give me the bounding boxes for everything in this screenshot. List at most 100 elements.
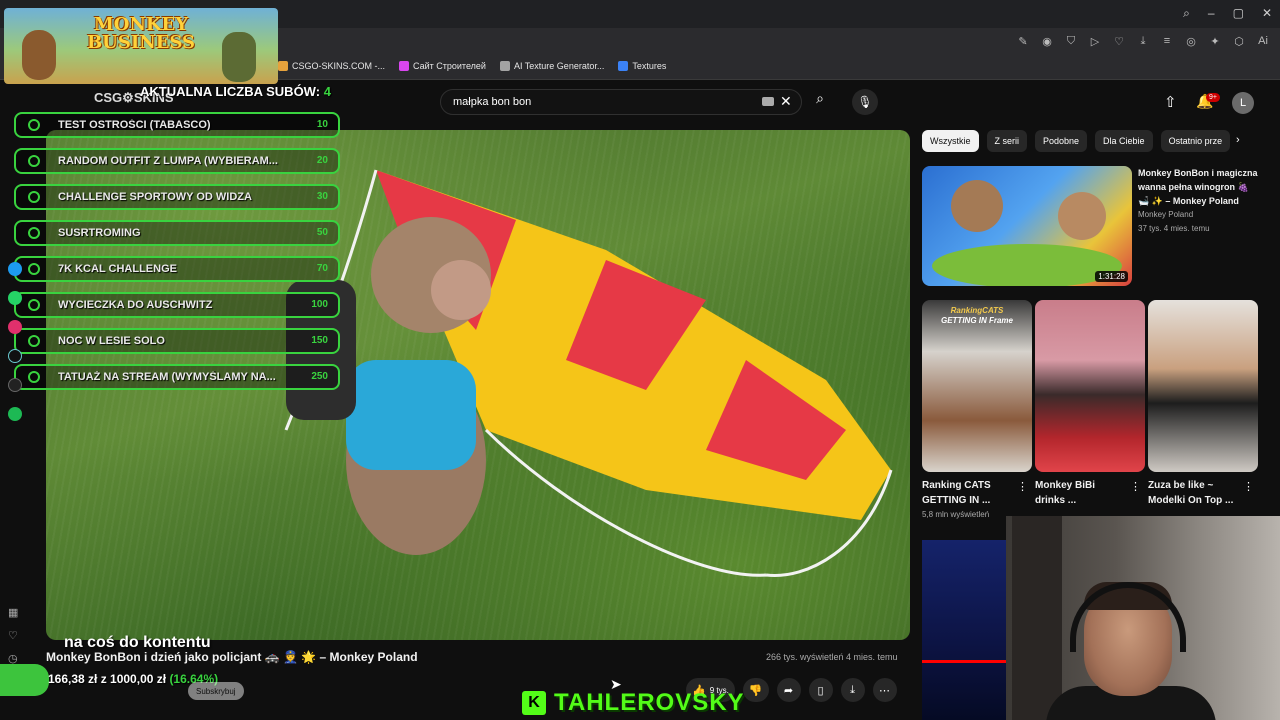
short-title: Zuza be like ~ Modelki On Top ... <box>1148 480 1234 506</box>
extension-icon[interactable]: ✦ <box>1208 35 1222 48</box>
twitter-icon <box>8 262 22 276</box>
bookmark-favicon-icon <box>618 61 629 71</box>
search-button[interactable]: ⌕ <box>808 90 832 114</box>
sub-counter: AKTUALNA LICZBA SUBÓW: 4 <box>94 84 331 99</box>
extension-icons: ✎ ◉ ⛉ ▷ ♡ ⤓ ≡ ◎ ✦ ⬡ Ai <box>1016 35 1270 48</box>
browser-search-icon[interactable]: ⌕ <box>1183 6 1190 21</box>
kick-logo-icon: K <box>522 691 546 715</box>
share-button[interactable]: ➦ <box>776 678 801 702</box>
bookmark-item[interactable]: Сайт Строителей <box>399 61 486 71</box>
goal-check-icon <box>28 263 40 275</box>
maximize-icon[interactable]: ▢ <box>1233 6 1244 21</box>
goal-points: 100 <box>311 299 328 310</box>
puzzle-icon[interactable]: ⬡ <box>1232 35 1246 48</box>
goal-item: RANDOM OUTFIT Z LUMPA (WYBIERAM... 20 <box>14 148 340 174</box>
save-button[interactable]: ▯ <box>808 678 833 702</box>
sub-counter-label: AKTUALNA LICZBA SUBÓW: <box>140 84 321 99</box>
screen: ⌕ – ▢ ✕ ✎ ◉ ⛉ ▷ ♡ ⤓ ≡ ◎ ✦ ⬡ Ai CSGO-SKIN… <box>0 0 1280 720</box>
heart-icon[interactable]: ♡ <box>1112 35 1126 48</box>
camera-icon[interactable]: ◉ <box>1040 35 1054 48</box>
goal-check-icon <box>28 299 40 311</box>
streamer-brand: K TAHLEROVSKY <box>522 690 745 716</box>
goal-points: 150 <box>311 335 328 346</box>
filter-chip[interactable]: Podobne <box>1035 130 1088 152</box>
menu-icon[interactable]: ≡ <box>1160 35 1174 48</box>
bookmark-item[interactable]: CSGO-SKINS.COM -... <box>278 61 385 71</box>
monkey-face <box>431 260 491 320</box>
subscribe-button[interactable]: Subskrybuj <box>188 682 244 700</box>
thumb-monkey-1 <box>951 180 1003 232</box>
thumb-monkey-2 <box>1058 192 1106 240</box>
video-title: Monkey BonBon i dzień jako policjant 🚓 👮… <box>46 650 418 664</box>
bookmark-item[interactable]: Textures <box>618 61 666 71</box>
edit-icon[interactable]: ✎ <box>1016 35 1030 48</box>
chips-next-icon[interactable]: › <box>1236 134 1240 146</box>
ai-icon[interactable]: Ai <box>1256 35 1270 48</box>
profile-icon[interactable]: ◎ <box>1184 35 1198 48</box>
goal-check-icon <box>28 227 40 239</box>
recommended-video-title[interactable]: Monkey BonBon i magiczna wanna pełna win… <box>1138 166 1258 208</box>
download-button[interactable]: ⤓ <box>840 678 865 702</box>
recommended-stats: 37 tys. 4 mies. temu <box>1138 224 1210 233</box>
heart-outline-icon[interactable]: ♡ <box>8 629 19 642</box>
short-title: Ranking CATS GETTING IN ... <box>922 480 991 506</box>
bookmark-favicon-icon <box>399 61 410 71</box>
streamer-webcam <box>1006 516 1280 720</box>
window-controls: ⌕ – ▢ ✕ <box>1183 6 1272 21</box>
recommended-video-thumbnail[interactable]: 1:31:28 <box>922 166 1132 286</box>
more-actions-button[interactable]: ⋯ <box>872 678 897 702</box>
upload-icon[interactable]: ⇧ <box>1164 93 1177 111</box>
goal-label: TATUAŻ NA STREAM (WYMYŚLAMY NA... <box>58 371 276 383</box>
goal-item: TATUAŻ NA STREAM (WYMYŚLAMY NA... 250 <box>14 364 340 390</box>
share-icon: ➦ <box>783 684 794 697</box>
microphone-icon[interactable]: 🎙 <box>852 89 878 115</box>
filter-chip[interactable]: Z serii <box>986 130 1027 152</box>
filter-chip[interactable]: Ostatnio prze <box>1160 130 1231 152</box>
bookmark-item[interactable]: AI Texture Generator... <box>499 61 604 71</box>
minimize-icon[interactable]: – <box>1208 6 1215 21</box>
webcam-background-door <box>1012 516 1062 720</box>
search-input[interactable]: małpka bon bon <box>440 89 802 115</box>
filter-chip[interactable]: Dla Ciebie <box>1095 130 1153 152</box>
goal-label: SUSRTROMING <box>58 227 141 239</box>
sub-counter-value: 4 <box>323 84 331 99</box>
short-menu-icon[interactable]: ⋮ <box>1017 480 1028 493</box>
bookmark-label: Textures <box>632 61 667 71</box>
short-title: Monkey BiBi drinks ... <box>1035 480 1096 506</box>
grid-icon[interactable]: ▦ <box>8 606 19 619</box>
bookmark-favicon-icon <box>499 61 510 71</box>
account-avatar[interactable]: L <box>1232 92 1254 114</box>
goal-points: 50 <box>316 227 328 238</box>
filter-chip[interactable]: Wszystkie <box>922 130 979 152</box>
clear-search-icon[interactable]: ✕ <box>780 93 792 110</box>
goal-label: RANDOM OUTFIT Z LUMPA (WYBIERAM... <box>58 155 278 167</box>
sponsor-title: MONKEY BUSINESS <box>86 14 196 53</box>
short-item[interactable]: RankingCATS GETTING IN Frame Ranking CATS… <box>922 300 1032 519</box>
goal-points: 30 <box>316 191 328 202</box>
dislike-button[interactable]: 👎 <box>742 678 769 702</box>
dislike-icon: 👎 <box>748 684 763 697</box>
video-duration: 1:31:28 <box>1095 271 1128 282</box>
goal-item: 7K KCAL CHALLENGE 70 <box>14 256 340 282</box>
goal-points: 250 <box>311 371 328 382</box>
download-arrow-icon: ⤓ <box>850 683 855 696</box>
donation-progress-bar <box>0 664 49 696</box>
instagram-icon <box>8 320 22 334</box>
goal-item: WYCIECZKA DO AUSCHWITZ 100 <box>14 292 340 318</box>
download-icon[interactable]: ⤓ <box>1136 35 1150 48</box>
keyboard-icon[interactable] <box>762 97 774 106</box>
short-item[interactable]: Zuza be like ~ Modelki On Top ... ⋮ <box>1148 300 1258 508</box>
recommended-channel[interactable]: Monkey Poland <box>1138 210 1193 219</box>
goal-label: NOC W LESIE SOLO <box>58 335 165 347</box>
recommended-video-thumbnail-2[interactable] <box>922 540 1008 720</box>
goal-item: CHALLENGE SPORTOWY OD WIDZA 30 <box>14 184 340 210</box>
short-item[interactable]: Monkey BiBi drinks ... ⋮ <box>1035 300 1145 508</box>
play-icon[interactable]: ▷ <box>1088 35 1102 48</box>
goal-label: TEST OSTROŚCI (TABASCO) <box>58 119 211 131</box>
watch-progress-bar <box>922 660 1008 663</box>
close-window-icon[interactable]: ✕ <box>1262 6 1272 21</box>
short-menu-icon[interactable]: ⋮ <box>1243 480 1254 493</box>
shorts-shelf: RankingCATS GETTING IN Frame Ranking CATS… <box>922 300 1258 530</box>
shield-icon[interactable]: ⛉ <box>1064 35 1078 48</box>
short-menu-icon[interactable]: ⋮ <box>1130 480 1141 493</box>
